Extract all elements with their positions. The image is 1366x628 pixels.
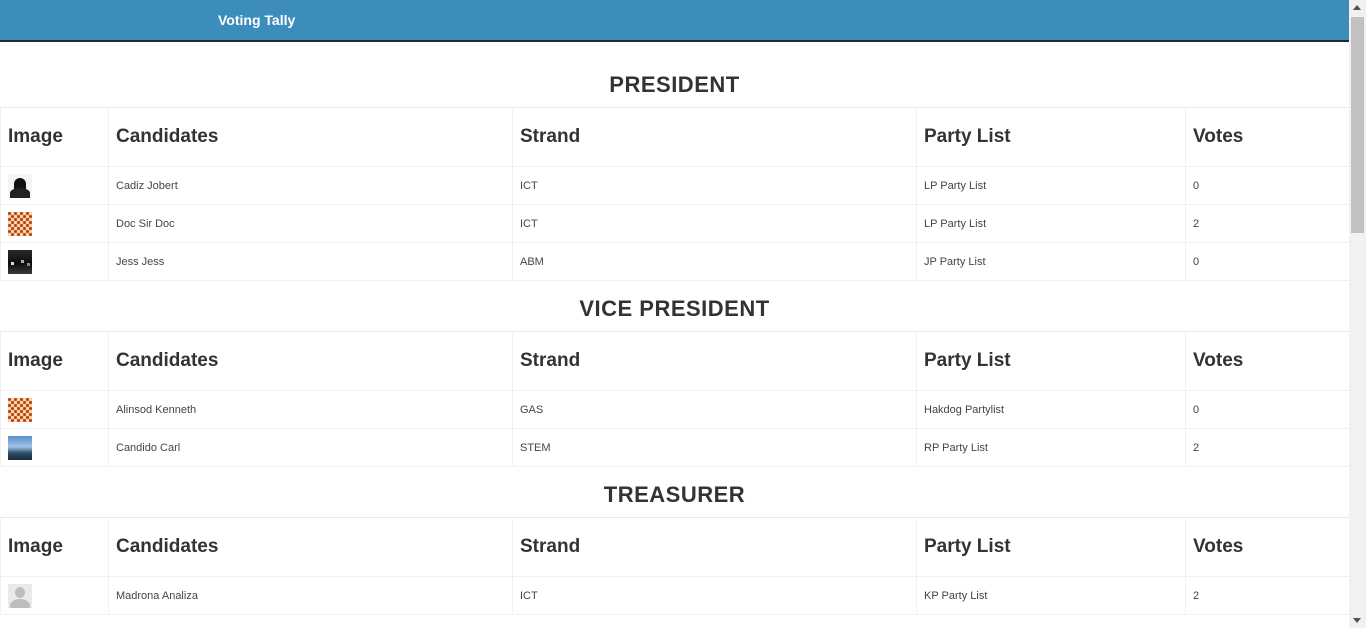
candidate-photo (8, 249, 32, 274)
table-row: Jess Jess ABM JP Party List 0 (0, 242, 1349, 281)
candidate-party-list: JP Party List (916, 242, 1186, 281)
header-candidates: Candidates (108, 517, 513, 577)
candidate-photo (8, 211, 32, 236)
header-strand: Strand (512, 331, 917, 391)
candidate-party-list: LP Party List (916, 166, 1186, 205)
candidate-votes: 2 (1185, 428, 1349, 467)
scrollbar-thumb[interactable] (1351, 17, 1364, 233)
brand-title[interactable]: Voting Tally (218, 12, 295, 28)
candidate-party-list: LP Party List (916, 204, 1186, 243)
section-title-treasurer: TREASURER (603, 482, 746, 507)
candidate-party-list: Hakdog Partylist (916, 390, 1186, 429)
table-header-row: Image Candidates Strand Party List Votes (0, 331, 1349, 391)
table-row: Doc Sir Doc ICT LP Party List 2 (0, 204, 1349, 243)
candidate-party-list: RP Party List (916, 428, 1186, 467)
candidate-photo (8, 397, 32, 422)
candidate-image-cell (0, 390, 109, 429)
header-strand: Strand (512, 517, 917, 577)
header-party-list: Party List (916, 331, 1186, 391)
header-candidates: Candidates (108, 331, 513, 391)
candidate-strand: ICT (512, 204, 917, 243)
candidate-strand: STEM (512, 428, 917, 467)
candidate-name: Doc Sir Doc (108, 204, 513, 243)
table-row: Cadiz Jobert ICT LP Party List 0 (0, 166, 1349, 205)
candidate-photo (8, 435, 32, 460)
candidate-party-list: KP Party List (916, 576, 1186, 615)
candidate-strand: ICT (512, 576, 917, 615)
candidate-votes: 2 (1185, 576, 1349, 615)
header-party-list: Party List (916, 517, 1186, 577)
table-header-row: Image Candidates Strand Party List Votes (0, 517, 1349, 577)
tally-content: PRESIDENT Image Candidates Strand Party … (0, 42, 1349, 628)
candidate-votes: 0 (1185, 390, 1349, 429)
vice-president-table: Image Candidates Strand Party List Votes… (0, 331, 1349, 467)
candidate-image-cell (0, 428, 109, 467)
treasurer-table: Image Candidates Strand Party List Votes… (0, 517, 1349, 615)
table-header-row: Image Candidates Strand Party List Votes (0, 107, 1349, 167)
top-navbar: Voting Tally (0, 0, 1349, 42)
vertical-scrollbar[interactable] (1349, 0, 1366, 628)
candidate-photo (8, 173, 32, 198)
header-votes: Votes (1185, 517, 1349, 577)
table-row: Madrona Analiza ICT KP Party List 2 (0, 576, 1349, 615)
candidate-strand: ICT (512, 166, 917, 205)
candidate-image-cell (0, 242, 109, 281)
header-votes: Votes (1185, 331, 1349, 391)
candidate-name: Madrona Analiza (108, 576, 513, 615)
header-image: Image (0, 331, 109, 391)
candidate-name: Alinsod Kenneth (108, 390, 513, 429)
table-row: Alinsod Kenneth GAS Hakdog Partylist 0 (0, 390, 1349, 429)
section-title-vice-president: VICE PRESIDENT (579, 296, 770, 321)
table-row: Candido Carl STEM RP Party List 2 (0, 428, 1349, 467)
candidate-image-cell (0, 204, 109, 243)
candidate-name: Cadiz Jobert (108, 166, 513, 205)
candidate-strand: ABM (512, 242, 917, 281)
header-party-list: Party List (916, 107, 1186, 167)
candidate-photo (8, 583, 32, 608)
scroll-down-arrow-icon[interactable] (1353, 618, 1361, 623)
candidate-strand: GAS (512, 390, 917, 429)
candidate-name: Jess Jess (108, 242, 513, 281)
candidate-name: Candido Carl (108, 428, 513, 467)
header-candidates: Candidates (108, 107, 513, 167)
section-title-president: PRESIDENT (609, 72, 740, 97)
candidate-votes: 0 (1185, 242, 1349, 281)
candidate-image-cell (0, 166, 109, 205)
candidate-votes: 2 (1185, 204, 1349, 243)
candidate-votes: 0 (1185, 166, 1349, 205)
header-image: Image (0, 517, 109, 577)
scroll-up-arrow-icon[interactable] (1353, 5, 1361, 10)
candidate-image-cell (0, 576, 109, 615)
header-strand: Strand (512, 107, 917, 167)
president-table: Image Candidates Strand Party List Votes… (0, 107, 1349, 281)
header-votes: Votes (1185, 107, 1349, 167)
header-image: Image (0, 107, 109, 167)
